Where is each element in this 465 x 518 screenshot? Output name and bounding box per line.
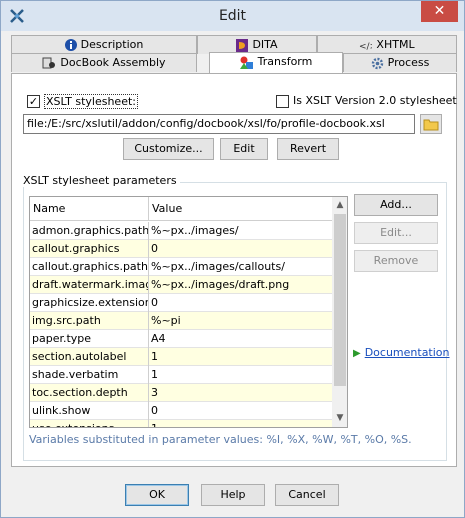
table-row[interactable]: img.src.path %~pi [30,312,332,330]
documentation-link[interactable]: ▶ Documentation [353,346,450,359]
param-value-cell: 0 [151,242,158,255]
info-icon [64,39,77,51]
add-parameter-button[interactable]: Add... [354,194,438,216]
table-row[interactable]: admon.graphics.path %~px../images/ [30,222,332,240]
param-value-cell: %~px../images/callouts/ [151,260,285,273]
xhtml-icon: </> [359,42,372,51]
table-row[interactable]: section.autolabel 1 [30,348,332,366]
edit-dialog: Edit ✕ Description DITA </>XHTML DocBook… [0,0,465,518]
param-name-cell: toc.section.depth [30,384,149,402]
param-name-cell: draft.watermark.image [30,276,149,294]
customize-button[interactable]: Customize... [123,138,214,160]
scroll-thumb[interactable] [334,214,346,386]
dita-icon [236,38,249,52]
tab-transform[interactable]: Transform [209,52,343,73]
table-row[interactable]: shade.verbatim 1 [30,366,332,384]
xslt-stylesheet-label: XSLT stylesheet: [44,94,138,109]
param-value-cell: 0 [151,296,158,309]
close-button[interactable]: ✕ [421,1,458,22]
ok-button[interactable]: OK [125,484,189,506]
xslt-stylesheet-checkbox[interactable]: ✓ [27,95,40,108]
window-title: Edit [218,8,247,24]
param-value-cell: %~px../images/ [151,224,239,237]
browse-button[interactable] [420,114,442,134]
param-name-cell: callout.graphics [30,240,149,258]
column-header-value[interactable]: Value [149,197,332,221]
vertical-scrollbar[interactable]: ▲ ▼ [332,197,347,427]
tab-strip: Description DITA </>XHTML DocBook Assemb… [11,35,457,75]
parameters-table: Name Value admon.graphics.path %~px../ima… [29,196,348,428]
param-name-cell: section.autolabel [30,348,149,366]
table-row[interactable]: callout.graphics 0 [30,240,332,258]
cancel-button[interactable]: Cancel [275,484,339,506]
param-value-cell: 3 [151,386,158,399]
xslt-v2-label: Is XSLT Version 2.0 stylesheet [293,94,457,107]
param-value-cell: A4 [151,332,166,345]
folder-icon [423,119,439,130]
param-name-cell: img.src.path [30,312,149,330]
tab-docbook-assembly[interactable]: DocBook Assembly [11,53,197,72]
param-name-cell: use.extensions [30,420,149,427]
edit-parameter-button[interactable]: Edit... [354,222,438,244]
param-value-cell: %~pi [151,314,181,327]
play-icon: ▶ [353,348,361,359]
tab-process[interactable]: Process [343,53,457,72]
table-row[interactable]: draft.watermark.image %~px../images/draft… [30,276,332,294]
table-header: Name Value [30,197,332,221]
svg-text:</>: </> [359,42,372,51]
stylesheet-path-input[interactable]: file:/E:/src/xslutil/addon/config/docboo… [23,114,415,134]
title-bar: Edit ✕ [1,1,464,31]
table-row[interactable]: graphicsize.extension 0 [30,294,332,312]
substitution-hint: Variables substituted in parameter value… [29,433,412,446]
param-value-cell: 1 [151,368,158,381]
param-name-cell: paper.type [30,330,149,348]
edit-stylesheet-button[interactable]: Edit [220,138,268,160]
tab-description[interactable]: Description [11,35,197,54]
table-row[interactable]: use.extensions1 [30,420,332,427]
param-value-cell: 1 [149,420,332,427]
param-name-cell: graphicsize.extension [30,294,149,312]
parameters-group-title: XSLT stylesheet parameters [20,174,180,187]
param-name-cell: shade.verbatim [30,366,149,384]
scroll-down-arrow[interactable]: ▼ [332,410,347,427]
param-value-cell: 0 [151,404,158,417]
param-value-cell: %~px../images/draft.png [151,278,290,291]
docbook-assembly-icon [42,57,56,69]
table-row[interactable]: callout.graphics.path %~px../images/callo… [30,258,332,276]
table-row[interactable]: paper.type A4 [30,330,332,348]
transform-icon [239,56,253,69]
param-name-cell: callout.graphics.path [30,258,149,276]
revert-button[interactable]: Revert [277,138,339,160]
param-name-cell: ulink.show [30,402,149,420]
column-header-name[interactable]: Name [30,197,149,221]
remove-parameter-button[interactable]: Remove [354,250,438,272]
param-name-cell: admon.graphics.path [30,222,149,240]
help-button[interactable]: Help [201,484,265,506]
param-value-cell: 1 [151,350,158,363]
scroll-up-arrow[interactable]: ▲ [332,197,347,214]
xslt-v2-checkbox[interactable] [276,95,289,108]
table-row[interactable]: toc.section.depth 3 [30,384,332,402]
table-row[interactable]: ulink.show 0 [30,402,332,420]
gear-icon [371,57,383,69]
